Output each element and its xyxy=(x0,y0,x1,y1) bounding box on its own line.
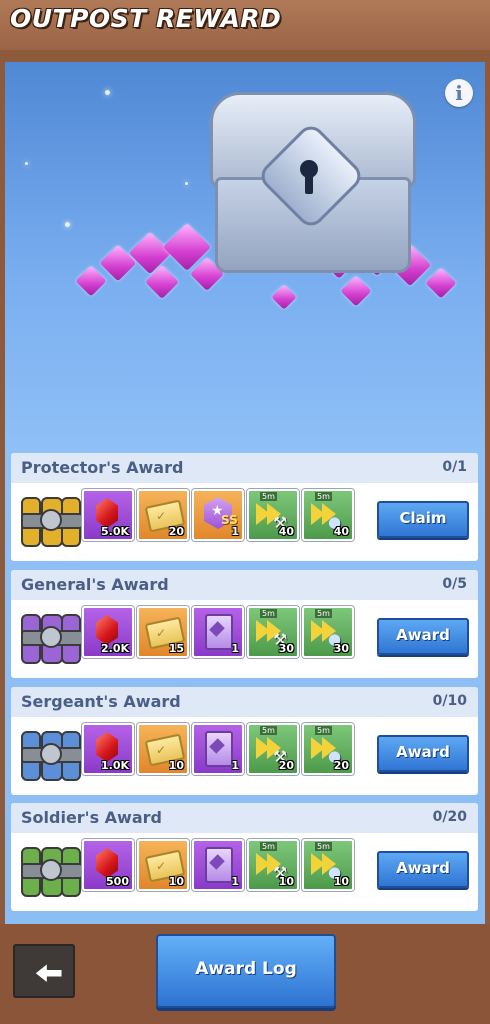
reward-item-ticket[interactable]: ✓ 10 xyxy=(137,723,189,775)
page-title: OUTPOST REWARD xyxy=(10,4,282,33)
reward-item-ticket[interactable]: ✓ 10 xyxy=(137,839,189,891)
award-button[interactable]: Award xyxy=(377,735,469,772)
reward-item-ruby[interactable]: 500 xyxy=(82,839,134,891)
duration-tag: 5m xyxy=(260,609,277,618)
award-card-body: 1.0K ✓ 10 1 ⚒ 5m 20 ● 5m 20 Award xyxy=(11,717,478,795)
award-card-header: Soldier's Award 0/20 xyxy=(11,803,478,833)
award-title: Soldier's Award xyxy=(21,808,162,827)
reward-item-speedup-flask[interactable]: ● 5m 30 xyxy=(302,606,354,658)
reward-item-card[interactable]: 1 xyxy=(192,839,244,891)
award-button[interactable]: Award xyxy=(377,851,469,888)
item-quantity: 40 xyxy=(333,525,349,538)
award-progress: 0/5 xyxy=(442,576,467,592)
item-quantity: 2.0K xyxy=(100,642,129,655)
award-title: Sergeant's Award xyxy=(21,692,181,711)
award-progress: 0/1 xyxy=(442,459,467,475)
reward-crate-icon xyxy=(21,727,83,781)
duration-tag: 5m xyxy=(315,492,332,501)
reward-item-ticket[interactable]: ✓ 20 xyxy=(137,489,189,541)
award-button[interactable]: Award xyxy=(377,618,469,655)
reward-item-speedup-flask[interactable]: ● 5m 20 xyxy=(302,723,354,775)
item-quantity: 20 xyxy=(333,759,349,772)
item-quantity: 40 xyxy=(278,525,294,538)
item-quantity: 1 xyxy=(231,759,239,772)
reward-crate-icon xyxy=(21,610,83,664)
item-quantity: 30 xyxy=(278,642,294,655)
item-quantity: 1 xyxy=(231,875,239,888)
award-progress: 0/20 xyxy=(432,809,467,825)
sparkle-icon xyxy=(25,162,28,165)
item-quantity: 30 xyxy=(333,642,349,655)
award-progress: 0/10 xyxy=(432,693,467,709)
duration-tag: 5m xyxy=(260,492,277,501)
award-title: Protector's Award xyxy=(21,458,184,477)
ruby-icon xyxy=(96,498,118,528)
item-quantity: 15 xyxy=(168,642,184,655)
reward-item-ss-badge[interactable]: ★ SS 1 xyxy=(192,489,244,541)
reward-crate-icon xyxy=(21,493,83,547)
reward-item-ruby[interactable]: 1.0K xyxy=(82,723,134,775)
chest-illustration xyxy=(75,80,485,320)
ruby-icon xyxy=(96,615,118,645)
item-quantity: 20 xyxy=(278,759,294,772)
item-quantity: 10 xyxy=(168,875,184,888)
silver-chest-icon xyxy=(210,92,416,273)
reward-item-speedup-tool[interactable]: ⚒ 5m 10 xyxy=(247,839,299,891)
reward-item-ruby[interactable]: 2.0K xyxy=(82,606,134,658)
award-card-header: Protector's Award 0/1 xyxy=(11,453,478,483)
award-card: Soldier's Award 0/20 500 ✓ 10 1 ⚒ 5m 10 ● 5m 10 Awar… xyxy=(11,803,478,911)
back-arrow-icon: 🠨 xyxy=(35,954,63,994)
reward-item-speedup-tool[interactable]: ⚒ 5m 30 xyxy=(247,606,299,658)
item-quantity: 10 xyxy=(168,759,184,772)
award-log-button[interactable]: Award Log xyxy=(156,934,336,1008)
reward-item-card[interactable]: 1 xyxy=(192,723,244,775)
back-button[interactable]: 🠨 xyxy=(13,944,75,998)
item-quantity: 1 xyxy=(231,642,239,655)
reward-item-speedup-tool[interactable]: ⚒ 5m 40 xyxy=(247,489,299,541)
reward-item-speedup-flask[interactable]: ● 5m 40 xyxy=(302,489,354,541)
item-quantity: 5.0K xyxy=(100,525,129,538)
reward-crate-icon xyxy=(21,843,83,897)
sparkle-icon xyxy=(65,222,70,227)
award-card: General's Award 0/5 2.0K ✓ 15 1 ⚒ 5m 30 ● 5m 30 Awar… xyxy=(11,570,478,678)
award-card-header: Sergeant's Award 0/10 xyxy=(11,687,478,717)
duration-tag: 5m xyxy=(315,726,332,735)
ruby-icon xyxy=(96,848,118,878)
award-card: Sergeant's Award 0/10 1.0K ✓ 10 1 ⚒ 5m 20 ● 5m 20 Aw… xyxy=(11,687,478,795)
award-card-header: General's Award 0/5 xyxy=(11,570,478,600)
reward-item-card[interactable]: 1 xyxy=(192,606,244,658)
item-quantity: 20 xyxy=(168,525,184,538)
item-quantity: 500 xyxy=(106,875,129,888)
item-quantity: 10 xyxy=(333,875,349,888)
award-title: General's Award xyxy=(21,575,169,594)
item-quantity: 1 xyxy=(231,525,239,538)
claim-button[interactable]: Claim xyxy=(377,501,469,538)
reward-item-speedup-tool[interactable]: ⚒ 5m 20 xyxy=(247,723,299,775)
top-bar: OUTPOST REWARD xyxy=(0,0,490,50)
reward-item-ticket[interactable]: ✓ 15 xyxy=(137,606,189,658)
reward-item-ruby[interactable]: 5.0K xyxy=(82,489,134,541)
duration-tag: 5m xyxy=(315,842,332,851)
duration-tag: 5m xyxy=(260,842,277,851)
award-card: Protector's Award 0/1 5.0K ✓ 20 ★ SS 1 ⚒ 5m 40 ● 5m 4… xyxy=(11,453,478,561)
award-card-body: 500 ✓ 10 1 ⚒ 5m 10 ● 5m 10 Award xyxy=(11,833,478,911)
duration-tag: 5m xyxy=(260,726,277,735)
award-card-body: 5.0K ✓ 20 ★ SS 1 ⚒ 5m 40 ● 5m 40 Claim xyxy=(11,483,478,561)
item-quantity: 10 xyxy=(278,875,294,888)
reward-item-speedup-flask[interactable]: ● 5m 10 xyxy=(302,839,354,891)
duration-tag: 5m xyxy=(315,609,332,618)
item-quantity: 1.0K xyxy=(100,759,129,772)
ruby-icon xyxy=(96,732,118,762)
award-card-body: 2.0K ✓ 15 1 ⚒ 5m 30 ● 5m 30 Award xyxy=(11,600,478,678)
